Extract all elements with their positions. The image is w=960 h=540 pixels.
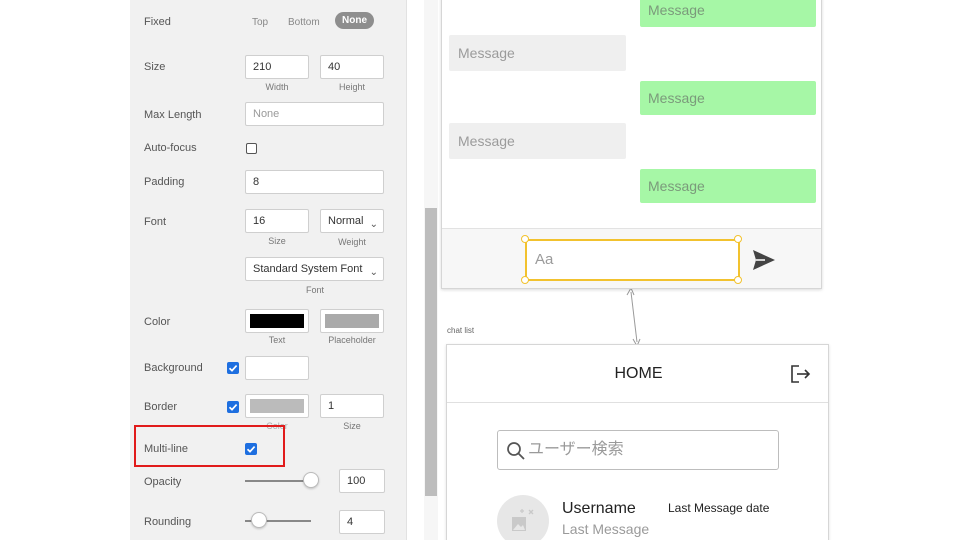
fixed-option-none[interactable]: None xyxy=(335,12,374,29)
resize-handle-top-left[interactable] xyxy=(521,235,529,243)
resize-handle-top-right[interactable] xyxy=(734,235,742,243)
opacity-slider-handle[interactable] xyxy=(303,472,319,488)
rounding-input[interactable]: 4 xyxy=(339,510,385,534)
font-size-caption: Size xyxy=(268,236,286,246)
placeholder-color-caption: Placeholder xyxy=(328,335,376,345)
chevron-down-icon: ⌄ xyxy=(369,219,378,230)
text-color-caption: Text xyxy=(268,335,286,345)
fixed-option-bottom[interactable]: Bottom xyxy=(288,17,320,28)
border-size-input[interactable]: 1 xyxy=(320,394,384,418)
max-length-label: Max Length xyxy=(144,109,202,121)
message-bubble-sent[interactable]: Message xyxy=(640,81,816,115)
background-checkbox[interactable] xyxy=(227,362,239,374)
background-color-fill xyxy=(250,361,304,375)
auto-focus-label: Auto-focus xyxy=(144,142,197,154)
avatar[interactable] xyxy=(497,495,549,540)
size-height-input[interactable]: 40 xyxy=(320,55,384,79)
chat-list-header: HOME xyxy=(447,345,828,403)
color-label: Color xyxy=(144,316,171,328)
chevron-down-icon: ⌄ xyxy=(369,267,378,278)
background-label: Background xyxy=(144,362,203,374)
font-family-select[interactable]: Standard System Font ⌄ xyxy=(245,257,384,281)
panel-scrollbar-thumb[interactable] xyxy=(425,208,437,496)
border-size-caption: Size xyxy=(343,421,361,431)
font-family-value: Standard System Font xyxy=(253,263,363,275)
border-color-swatch[interactable] xyxy=(245,394,309,418)
fixed-label: Fixed xyxy=(144,16,171,28)
auto-focus-checkbox[interactable] xyxy=(246,143,257,154)
placeholder-color-swatch[interactable] xyxy=(320,309,384,333)
size-width-input[interactable]: 210 xyxy=(245,55,309,79)
chat-username[interactable]: Username xyxy=(562,500,636,518)
message-bubble-sent[interactable]: Message xyxy=(640,0,816,27)
resize-handle-bottom-left[interactable] xyxy=(521,276,529,284)
border-label: Border xyxy=(144,401,178,413)
resize-handle-bottom-right[interactable] xyxy=(734,276,742,284)
logout-icon[interactable] xyxy=(790,364,812,384)
message-bubble-sent[interactable]: Message xyxy=(640,169,816,203)
send-icon[interactable] xyxy=(752,249,776,271)
opacity-slider-track[interactable] xyxy=(245,480,311,482)
font-weight-select[interactable]: Normal ⌄ xyxy=(320,209,384,233)
width-caption: Width xyxy=(265,82,289,92)
chat-last-message: Last Message xyxy=(562,521,650,537)
background-color-swatch[interactable] xyxy=(245,356,309,380)
text-color-fill xyxy=(250,314,304,328)
chat-screen[interactable]: Message Message Message Message Message … xyxy=(441,0,822,289)
placeholder-color-fill xyxy=(325,314,379,328)
chat-list-screen[interactable]: HOME ユーザー検索 Username Last Message Last M… xyxy=(446,344,829,540)
message-input[interactable]: Aa xyxy=(525,239,740,281)
opacity-label: Opacity xyxy=(144,476,182,488)
multi-line-highlight-box xyxy=(134,425,285,467)
message-bubble-received[interactable]: Message xyxy=(449,123,626,159)
chat-last-message-date: Last Message date xyxy=(668,501,770,515)
border-color-fill xyxy=(250,399,304,413)
user-search-input[interactable]: ユーザー検索 xyxy=(497,430,779,470)
max-length-input[interactable]: None xyxy=(245,102,384,126)
screen-label-chat-list: chat list xyxy=(447,326,475,335)
font-weight-value: Normal xyxy=(328,215,364,227)
height-caption: Height xyxy=(338,82,365,92)
font-label: Font xyxy=(144,216,167,228)
font-size-input[interactable]: 16 xyxy=(245,209,309,233)
size-label: Size xyxy=(144,61,166,73)
editor-stage: Fixed Top Bottom None Size 210 40 Width … xyxy=(0,0,960,540)
padding-input[interactable]: 8 xyxy=(245,170,384,194)
font-weight-caption: Weight xyxy=(338,237,366,247)
border-checkbox[interactable] xyxy=(227,401,239,413)
screen-link-arrow xyxy=(626,286,641,348)
padding-label: Padding xyxy=(144,176,185,188)
page-title: HOME xyxy=(614,365,663,382)
font-family-caption: Font xyxy=(305,285,324,295)
image-placeholder-icon xyxy=(512,509,534,531)
text-color-swatch[interactable] xyxy=(245,309,309,333)
fixed-option-top[interactable]: Top xyxy=(252,17,268,28)
chat-input-bar: Aa xyxy=(442,228,821,288)
opacity-input[interactable]: 100 xyxy=(339,469,385,493)
rounding-slider-handle[interactable] xyxy=(251,512,267,528)
search-placeholder: ユーザー検索 xyxy=(528,441,624,458)
message-bubble-received[interactable]: Message xyxy=(449,35,626,71)
rounding-label: Rounding xyxy=(144,516,192,528)
search-icon xyxy=(507,442,525,460)
